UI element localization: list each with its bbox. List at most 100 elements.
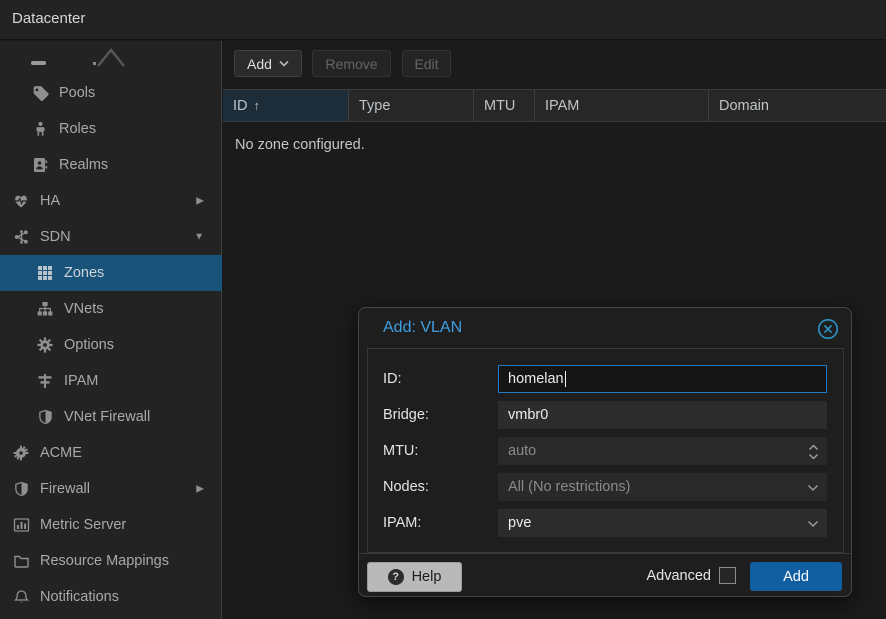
sidebar-item-label: Realms [59,157,108,173]
chevron-up-icon [96,46,126,68]
table-header-row: ID ↑ Type MTU IPAM Domain [223,89,886,122]
sliders-icon [35,373,55,389]
help-button-label: Help [412,569,442,585]
sidebar-item-vnets[interactable]: VNets [0,291,222,327]
mtu-label: MTU: [383,437,493,465]
chevron-right-icon: ▶ [196,484,204,495]
sidebar-item-acme[interactable]: ACME [0,435,222,471]
bell-icon [11,589,31,605]
ipam-select[interactable]: pve [498,509,827,537]
sidebar-item-label: Resource Mappings [40,553,169,569]
chevron-down-icon: ▼ [194,232,204,243]
spinner-buttons[interactable] [808,438,819,466]
add-button-label: Add [247,56,272,72]
nodes-select[interactable]: All (No restrictions) [498,473,827,501]
sidebar-item-notifications[interactable]: Notifications [0,579,222,615]
sidebar-item-label: Pools [59,85,95,101]
form-row-nodes: Nodes: All (No restrictions) [359,473,853,501]
chevron-down-icon [807,520,819,528]
mtu-spinner[interactable]: auto [498,437,827,465]
add-button[interactable]: Add [234,50,302,77]
gear-icon [35,337,55,353]
sidebar-item-roles[interactable]: Roles [0,111,222,147]
sidebar-item-label: Zones [64,265,104,281]
column-header-domain[interactable]: Domain [709,90,886,121]
sidebar-item-resource-mappings[interactable]: Resource Mappings [0,543,222,579]
sidebar-item-realms[interactable]: Realms [0,147,222,183]
sidebar-item-label: HA [40,193,60,209]
sidebar-item-pools[interactable]: Pools [0,75,222,111]
sidebar-item-sdn[interactable]: SDN ▼ [0,219,222,255]
sidebar-item-vnet-firewall[interactable]: VNet Firewall [0,399,222,435]
close-icon[interactable] [817,318,839,340]
sidebar-item-label: ACME [40,445,82,461]
dialog-title: Add: VLAN [383,319,462,337]
user-icon [30,121,50,137]
dropdown-trigger[interactable] [807,510,819,538]
form-row-mtu: MTU: auto [359,437,853,465]
remove-button[interactable]: Remove [312,50,391,77]
network-icon [11,229,31,245]
grid-icon [35,265,55,281]
column-label: IPAM [545,98,579,114]
remove-button-label: Remove [325,56,377,72]
sidebar-item-partial[interactable] [0,41,222,75]
add-submit-button[interactable]: Add [750,562,842,591]
chevron-right-icon: ▶ [196,196,204,207]
column-header-mtu[interactable]: MTU [474,90,535,121]
form-row-ipam: IPAM: pve [359,509,853,537]
bridge-input[interactable]: vmbr0 [498,401,827,429]
chevron-down-icon [807,484,819,492]
column-label: ID [233,98,248,114]
sidebar-item-zones[interactable]: Zones [0,255,222,291]
column-header-ipam[interactable]: IPAM [535,90,709,121]
advanced-label: Advanced [647,568,712,584]
page-title: Datacenter [12,10,85,27]
top-bar: Datacenter [0,0,886,40]
help-button[interactable]: ? Help [367,562,462,592]
add-submit-label: Add [783,569,809,585]
column-label: Domain [719,98,769,114]
ipam-select-value: pve [508,515,531,531]
dialog-footer: ? Help Advanced Add [359,553,851,597]
ipam-label: IPAM: [383,509,493,537]
sidebar-item-label: VNet Firewall [64,409,150,425]
id-input-value: homelan [508,371,564,387]
question-icon: ? [388,569,404,585]
add-vlan-dialog: Add: VLAN ID: homelan Bridge: vmbr0 MTU:… [358,307,852,597]
dropdown-trigger[interactable] [807,474,819,502]
heartbeat-icon [11,193,31,209]
chevron-up-icon [808,444,819,451]
sidebar-item-firewall[interactable]: Firewall ▶ [0,471,222,507]
sidebar-item-label: Roles [59,121,96,137]
text-cursor [565,371,566,387]
sidebar-item-label: Firewall [40,481,90,497]
nodes-label: Nodes: [383,473,493,501]
column-header-type[interactable]: Type [349,90,474,121]
edit-button[interactable]: Edit [402,50,451,77]
address-book-icon [30,157,50,173]
column-label: Type [359,98,390,114]
shield-icon [35,409,55,425]
edit-button-label: Edit [414,56,438,72]
sidebar-item-ipam[interactable]: IPAM [0,363,222,399]
sidebar-item-label: SDN [40,229,71,245]
bridge-label: Bridge: [383,401,493,429]
sidebar-item-ha[interactable]: HA ▶ [0,183,222,219]
shield-icon [11,481,31,497]
nodes-placeholder: All (No restrictions) [508,479,630,495]
column-label: MTU [484,98,515,114]
sort-asc-icon: ↑ [254,98,261,113]
certificate-icon [11,445,31,461]
sidebar-item-options[interactable]: Options [0,327,222,363]
id-input[interactable]: homelan [498,365,827,393]
column-header-id[interactable]: ID ↑ [223,90,349,121]
chevron-down-icon [808,453,819,460]
sidebar-item-metric-server[interactable]: Metric Server [0,507,222,543]
advanced-checkbox[interactable] [719,567,736,584]
folder-icon [11,553,31,569]
bridge-input-value: vmbr0 [508,407,548,423]
sidebar-item-label: Options [64,337,114,353]
proxmox-window: Datacenter Pools Roles Realms [0,0,886,619]
chevron-down-icon [279,60,289,67]
